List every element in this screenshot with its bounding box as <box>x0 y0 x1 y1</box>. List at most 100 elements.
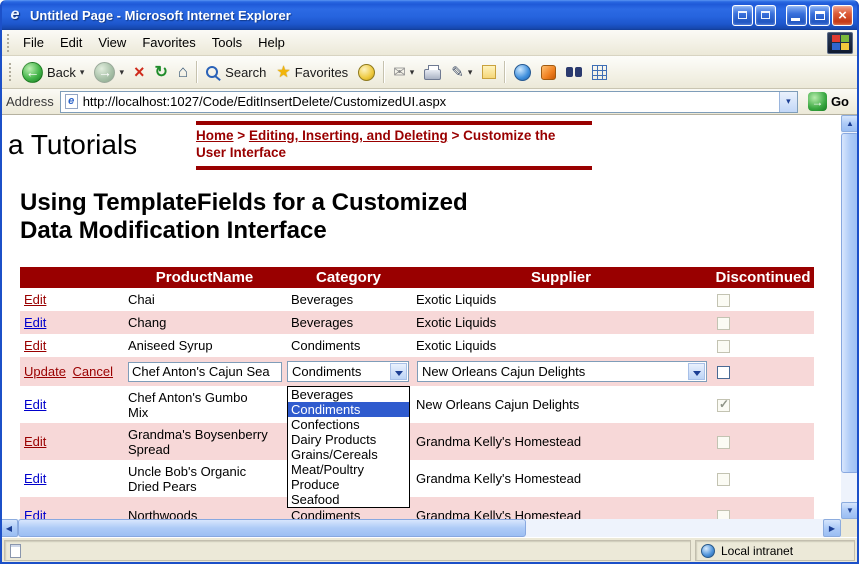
scroll-down-button[interactable]: ▼ <box>841 502 859 519</box>
stop-button[interactable]: × <box>129 61 150 83</box>
product-name: Grandma's Boysenberry Spread <box>128 427 270 457</box>
product-name: Aniseed Syrup <box>128 338 270 353</box>
update-link[interactable]: Update <box>24 364 66 379</box>
discontinued-checkbox <box>717 510 730 519</box>
scroll-up-button[interactable]: ▲ <box>841 115 859 132</box>
address-dropdown-button[interactable]: ▾ <box>779 92 797 112</box>
status-main-panel <box>4 540 691 561</box>
edit-link[interactable]: Edit <box>24 397 46 412</box>
supplier-cell: Exotic Liquids <box>410 311 712 334</box>
history-button[interactable] <box>353 61 380 84</box>
discontinued-checkbox[interactable] <box>717 366 730 379</box>
mail-icon: ✉ <box>393 63 406 81</box>
menu-help[interactable]: Help <box>250 31 293 54</box>
horizontal-scrollbar[interactable]: ◀ ▶ <box>0 519 841 537</box>
category-dropdown[interactable]: Condiments <box>287 361 409 382</box>
edit-page-button[interactable]: ✎ ▾ <box>446 60 477 84</box>
option-produce[interactable]: Produce <box>288 477 409 492</box>
menu-edit[interactable]: Edit <box>52 31 90 54</box>
supplier-cell: New Orleans Cajun Delights <box>410 386 712 423</box>
edit-link[interactable]: Edit <box>24 338 46 353</box>
chevron-down-icon[interactable] <box>390 363 407 380</box>
titlebar-extra-button-2[interactable] <box>755 5 776 26</box>
divider-rule <box>196 121 592 125</box>
forward-button[interactable]: → ▾ <box>89 59 129 86</box>
go-button[interactable]: → Go <box>804 91 853 112</box>
menu-view[interactable]: View <box>90 31 134 54</box>
chevron-down-icon[interactable]: ▾ <box>80 67 85 78</box>
favorites-button[interactable]: ★ Favorites <box>271 59 353 85</box>
maximize-button[interactable] <box>809 5 830 26</box>
scroll-left-button[interactable]: ◀ <box>0 519 18 537</box>
menu-file[interactable]: File <box>15 31 52 54</box>
mail-button[interactable]: ✉ ▾ <box>388 60 419 84</box>
option-seafood[interactable]: Seafood <box>288 492 409 507</box>
vertical-scrollbar[interactable]: ▲ ▼ <box>841 115 859 519</box>
refresh-button[interactable]: ↻ <box>149 59 172 85</box>
menu-favorites[interactable]: Favorites <box>134 31 203 54</box>
option-meat-poultry[interactable]: Meat/Poultry <box>288 462 409 477</box>
minimize-button[interactable] <box>786 5 807 26</box>
back-label: Back <box>47 65 76 80</box>
titlebar-extra-button-1[interactable] <box>732 5 753 26</box>
option-condiments[interactable]: Condiments <box>288 402 409 417</box>
ie-logo-icon: e <box>6 6 24 24</box>
search-button[interactable]: Search <box>201 62 271 83</box>
edit-link[interactable]: Edit <box>24 471 46 486</box>
edit-link[interactable]: Edit <box>24 434 46 449</box>
supplier-dropdown[interactable]: New Orleans Cajun Delights <box>417 361 707 382</box>
extra-tool-button-2[interactable] <box>536 62 561 83</box>
breadcrumb: Home > Editing, Inserting, and Deleting … <box>196 127 586 161</box>
go-icon: → <box>808 92 827 111</box>
vertical-scroll-thumb[interactable] <box>841 133 859 473</box>
header-product-name: ProductName <box>122 267 287 288</box>
cancel-link[interactable]: Cancel <box>73 364 113 379</box>
maximize-icon <box>815 11 825 20</box>
home-button[interactable]: ⌂ <box>173 59 193 85</box>
product-name: Chai <box>128 292 270 307</box>
close-button[interactable]: × <box>832 5 853 26</box>
chevron-down-icon[interactable]: ▾ <box>119 67 124 78</box>
address-url[interactable]: http://localhost:1027/Code/EditInsertDel… <box>83 94 774 109</box>
product-row: Edit Uncle Bob's Organic Dried Pears Gra… <box>20 460 814 497</box>
chevron-down-icon[interactable]: ▾ <box>468 67 473 78</box>
horizontal-scroll-thumb[interactable] <box>18 519 526 537</box>
address-label: Address <box>6 94 54 109</box>
extra-tool-button-1[interactable] <box>509 61 536 84</box>
status-bar: Local intranet <box>0 537 859 564</box>
option-beverages[interactable]: Beverages <box>288 387 409 402</box>
option-grains-cereals[interactable]: Grains/Cereals <box>288 447 409 462</box>
category-cell: Beverages <box>287 311 410 334</box>
product-name: Northwoods <box>128 508 270 519</box>
edit-link[interactable]: Edit <box>24 315 46 330</box>
category-cell: Condiments <box>287 334 410 357</box>
extra-tool-button-4[interactable] <box>587 62 612 83</box>
toolbar-grip <box>9 63 12 81</box>
toolbar-separator <box>383 61 385 83</box>
breadcrumb-section-link[interactable]: Editing, Inserting, and Deleting <box>249 128 448 143</box>
forward-icon: → <box>94 62 115 83</box>
chevron-down-icon[interactable]: ▾ <box>410 67 415 78</box>
back-button[interactable]: ← Back ▾ <box>17 59 89 86</box>
extra-tool-button-3[interactable] <box>561 64 587 80</box>
menu-tools[interactable]: Tools <box>204 31 250 54</box>
edit-link[interactable]: Edit <box>24 292 46 307</box>
option-dairy-products[interactable]: Dairy Products <box>288 432 409 447</box>
print-button[interactable] <box>419 62 446 83</box>
scroll-right-button[interactable]: ▶ <box>823 519 841 537</box>
address-combo[interactable]: e http://localhost:1027/Code/EditInsertD… <box>60 91 798 113</box>
edit-link[interactable]: Edit <box>24 508 46 519</box>
grid-icon <box>592 65 607 80</box>
discuss-button[interactable] <box>477 62 501 82</box>
page-content: a Tutorials Home > Editing, Inserting, a… <box>0 115 841 519</box>
breadcrumb-separator: > <box>237 128 245 143</box>
breadcrumb-home-link[interactable]: Home <box>196 128 234 143</box>
option-confections[interactable]: Confections <box>288 417 409 432</box>
chevron-down-icon[interactable] <box>688 363 705 380</box>
search-icon <box>206 66 218 78</box>
product-row: Edit Chef Anton's Gumbo Mix New Orleans … <box>20 386 814 423</box>
discontinued-checkbox <box>717 340 730 353</box>
product-name-input[interactable] <box>128 362 282 382</box>
orange-app-icon <box>541 65 556 80</box>
stop-icon: × <box>134 64 145 80</box>
